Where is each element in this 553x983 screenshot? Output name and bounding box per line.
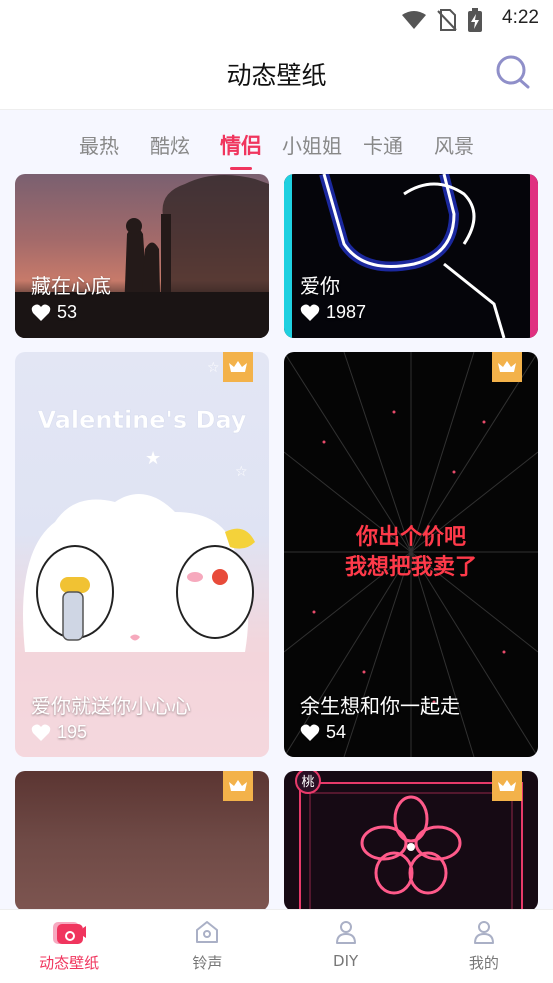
wallpaper-card[interactable]: 爱你 1987 bbox=[284, 174, 538, 338]
status-bar: 4:22 bbox=[0, 0, 553, 38]
category-tabs: 最热 酷炫 情侣 小姐姐 卡通 风景 bbox=[0, 110, 553, 174]
card-title: 余生想和你一起走 bbox=[300, 694, 460, 718]
page-title: 动态壁纸 bbox=[226, 61, 327, 90]
wallpaper-card[interactable]: 你出个价吧 我想把我卖了 余生想和你一起走 54 bbox=[284, 352, 538, 757]
card-title: 爱你 bbox=[300, 274, 340, 298]
heart-icon bbox=[300, 724, 320, 741]
vip-badge bbox=[492, 771, 522, 801]
status-icons bbox=[401, 8, 483, 32]
svg-text:☆: ☆ bbox=[207, 360, 220, 376]
like-count-value: 53 bbox=[57, 302, 78, 322]
like-count-value: 54 bbox=[326, 722, 347, 742]
heart-icon bbox=[31, 304, 51, 321]
tab-scenery[interactable]: 风景 bbox=[419, 110, 490, 174]
svg-text:☆: ☆ bbox=[235, 464, 248, 480]
like-count-value: 195 bbox=[57, 722, 88, 742]
art-text: 我想把我卖了 bbox=[345, 554, 477, 580]
wallpaper-card[interactable]: 桃 bbox=[284, 771, 538, 909]
tab-hottest[interactable]: 最热 bbox=[64, 110, 135, 174]
tab-couple[interactable]: 情侣 bbox=[206, 110, 277, 174]
bottom-nav: 动态壁纸 铃声 DIY 我的 bbox=[0, 909, 553, 983]
tab-girls[interactable]: 小姐姐 bbox=[277, 110, 348, 174]
wallpaper-card[interactable] bbox=[15, 771, 269, 909]
heart-icon bbox=[31, 724, 51, 741]
nav-label: 铃声 bbox=[192, 954, 223, 972]
status-time: 4:22 bbox=[502, 7, 539, 28]
home-bell-icon bbox=[196, 921, 219, 943]
nav-ringtone[interactable]: 铃声 bbox=[138, 910, 276, 983]
art-text: 桃 bbox=[301, 775, 314, 790]
heart-icon bbox=[300, 304, 320, 321]
wallpaper-card[interactable]: 藏在心底 53 bbox=[15, 174, 269, 338]
like-count: 195 bbox=[31, 722, 87, 743]
nav-mine[interactable]: 我的 bbox=[415, 910, 553, 983]
nav-label: 动态壁纸 bbox=[39, 954, 100, 972]
video-wallpaper-icon bbox=[53, 922, 87, 944]
search-icon bbox=[496, 55, 530, 89]
person-icon bbox=[473, 921, 494, 944]
nav-diy[interactable]: DIY bbox=[277, 910, 415, 983]
no-sim-icon bbox=[437, 9, 457, 31]
wifi-icon bbox=[402, 11, 426, 29]
app-header: 动态壁纸 bbox=[0, 38, 553, 110]
svg-text:★: ★ bbox=[145, 448, 161, 469]
vip-badge bbox=[223, 352, 253, 382]
crown-icon bbox=[498, 780, 516, 791]
vip-badge bbox=[492, 352, 522, 382]
art-text: 你出个价吧 bbox=[355, 525, 466, 550]
like-count: 53 bbox=[31, 302, 77, 323]
person-icon bbox=[335, 921, 356, 944]
crown-icon bbox=[229, 361, 247, 372]
art-text: Valentine's Day bbox=[37, 406, 246, 434]
tab-cartoon[interactable]: 卡通 bbox=[348, 110, 419, 174]
wallpaper-grid: 藏在心底 53 爱你 1987 Valentine's Day ☆ ★ ☆ 爱你… bbox=[0, 174, 553, 909]
crown-icon bbox=[498, 361, 516, 372]
wallpaper-card[interactable]: Valentine's Day ☆ ★ ☆ 爱你就送你小心心 195 bbox=[15, 352, 269, 757]
card-title: 爱你就送你小心心 bbox=[31, 694, 191, 718]
tab-cool[interactable]: 酷炫 bbox=[135, 110, 206, 174]
like-count: 1987 bbox=[300, 302, 366, 323]
card-title: 藏在心底 bbox=[31, 274, 111, 298]
nav-label: 我的 bbox=[468, 954, 499, 972]
like-count: 54 bbox=[300, 722, 346, 743]
search-button[interactable] bbox=[495, 54, 531, 90]
vip-badge bbox=[223, 771, 253, 801]
battery-charging-icon bbox=[468, 8, 482, 32]
like-count-value: 1987 bbox=[326, 302, 367, 322]
nav-label: DIY bbox=[333, 952, 359, 970]
crown-icon bbox=[229, 780, 247, 791]
nav-live-wallpaper[interactable]: 动态壁纸 bbox=[0, 910, 138, 983]
